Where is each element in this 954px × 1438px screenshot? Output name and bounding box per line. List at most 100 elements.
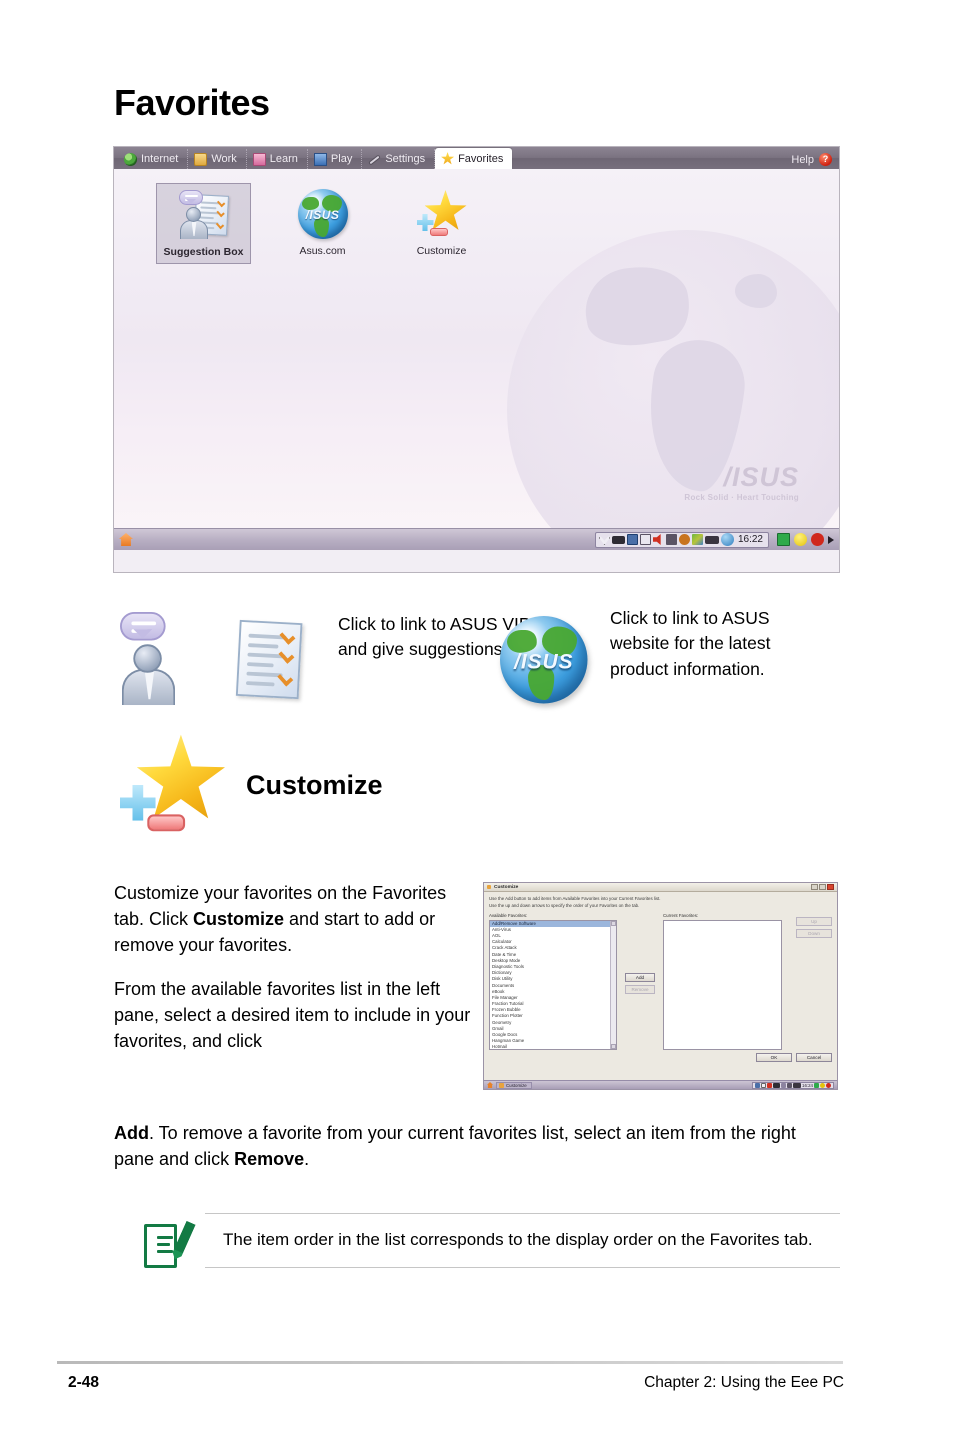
desktop-icon-asus-com[interactable]: /ISUS Asus.com: [275, 183, 370, 264]
dialog-footer: OK Cancel: [484, 1050, 837, 1064]
clock: 16:22: [737, 534, 763, 545]
tab-learn[interactable]: Learn: [247, 149, 308, 169]
desktop-icon-suggestion-box[interactable]: Suggestion Box: [156, 183, 251, 264]
volume-mute-icon: [652, 534, 661, 545]
para-text: From the available favorites list in the…: [114, 979, 471, 1052]
footer-chapter: Chapter 2: Using the Eee PC: [644, 1374, 844, 1391]
tab-internet[interactable]: Internet: [118, 149, 189, 169]
grid-icon: [777, 533, 790, 546]
display-icon: [787, 1082, 792, 1088]
dialog-taskbar: Customize 16:24: [484, 1080, 837, 1089]
dialog-body: Use the Add button to add items from Ava…: [484, 892, 837, 1050]
suggestion-box-icon: [120, 612, 303, 707]
down-button[interactable]: Down: [796, 928, 832, 938]
continent-shape: [735, 274, 777, 308]
current-favorites-label: Current Favorites:: [663, 912, 699, 918]
customize-dialog-screenshot: Customize Use the Add button to add item…: [483, 882, 838, 1090]
ok-button[interactable]: OK: [756, 1052, 792, 1062]
available-favorites-column: Available Favorites: Add/Remove Software…: [489, 913, 617, 1050]
home-icon[interactable]: [119, 533, 133, 546]
tab-label: Play: [330, 153, 353, 165]
power-icon: [826, 1082, 831, 1088]
asus-watermark: /ISUS Rock Solid · Heart Touching: [684, 462, 799, 503]
help-icon[interactable]: ?: [819, 153, 832, 166]
help-area[interactable]: Help ?: [791, 153, 839, 169]
folder-icon: [194, 152, 208, 166]
window-icon: [499, 1082, 504, 1088]
page-title: Favorites: [114, 82, 270, 123]
note-text: The item order in the list corresponds t…: [223, 1230, 813, 1249]
up-button[interactable]: Up: [796, 916, 832, 926]
battery-icon: [611, 535, 625, 544]
asus-globe-icon: /ISUS: [500, 616, 588, 704]
callout-suggestion-box: Click to link to ASUS VIP and give sugge…: [120, 612, 538, 706]
tab-label: Favorites: [458, 152, 504, 165]
power-icon: [811, 533, 824, 546]
asus-slogan: Rock Solid · Heart Touching: [684, 493, 799, 502]
star-icon: [441, 152, 455, 165]
window-menu-icon[interactable]: [487, 885, 491, 889]
home-icon[interactable]: [487, 1082, 493, 1088]
maximize-icon[interactable]: [819, 884, 826, 890]
display-icon: [691, 534, 703, 545]
globe-icon: [124, 152, 137, 166]
list-scrollbar[interactable]: [610, 920, 616, 1049]
expand-arrow-icon[interactable]: [828, 535, 834, 544]
transfer-buttons: Add Remove: [623, 913, 657, 1050]
camera-icon: [793, 1082, 801, 1088]
dialog-title: Customize: [494, 884, 519, 890]
close-icon[interactable]: [827, 884, 834, 890]
keyboard-layout-icon: [639, 534, 651, 545]
scroll-up-icon[interactable]: [611, 920, 616, 926]
customize-body-text: Customize your favorites on the Favorite…: [114, 880, 476, 1073]
tab-favorites[interactable]: Favorites: [435, 148, 513, 169]
help-label: Help: [791, 153, 814, 166]
desktop-icon-label: Suggestion Box: [163, 246, 244, 258]
smiley-icon: [794, 533, 807, 546]
tab-play[interactable]: Play: [308, 149, 363, 169]
callout-text: Click to link to ASUS website for the la…: [610, 608, 771, 679]
tab-label: Settings: [385, 153, 426, 165]
tab-work[interactable]: Work: [188, 149, 247, 169]
asus-globe-icon: /ISUS: [297, 189, 348, 239]
list-item[interactable]: Hotmail: [490, 1044, 616, 1048]
wifi-icon: [598, 536, 610, 545]
wrench-icon: [368, 153, 381, 166]
order-buttons: Up Down: [788, 913, 832, 1050]
smiley-icon: [820, 1082, 825, 1088]
volume-mute-icon: [767, 1082, 772, 1088]
asus-wordmark: /ISUS: [723, 462, 799, 492]
camera-icon: [704, 535, 719, 544]
dialog-description-line-2: Use the up and down arrows to specify th…: [489, 902, 640, 908]
system-tray: 16:22: [594, 531, 769, 548]
battery-icon: [773, 1082, 780, 1088]
taskbar: 16:22: [114, 528, 839, 550]
tab-settings[interactable]: Settings: [362, 149, 436, 169]
dialog-titlebar: Customize: [484, 883, 837, 892]
eee-pc-screenshot: Internet Work Learn Play Settings Favori…: [113, 146, 840, 573]
add-button[interactable]: Add: [625, 972, 655, 982]
paragraph-customize: Customize your favorites on the Favorite…: [114, 880, 476, 958]
desktop-area: /ISUS Rock Solid · Heart Touching Sugges…: [114, 169, 839, 550]
tab-label: Internet: [141, 153, 179, 165]
minimize-icon[interactable]: [811, 884, 818, 890]
current-favorites-list[interactable]: [663, 919, 782, 1050]
available-favorites-list[interactable]: Add/Remove Software Anti-Virus AOL Calcu…: [489, 919, 617, 1050]
para-text: .: [304, 1149, 310, 1170]
book-icon: [252, 152, 266, 166]
desktop-icon-customize[interactable]: Customize: [394, 183, 489, 264]
footer-page-number: 2-48: [68, 1374, 100, 1391]
wifi-icon: [761, 1082, 766, 1088]
desktop-icon-label: Asus.com: [299, 245, 346, 257]
cancel-button[interactable]: Cancel: [796, 1052, 832, 1062]
desktop-icon-grid: Suggestion Box /ISUS Asus.com Customize: [156, 183, 489, 264]
network-icon: [755, 1082, 760, 1088]
para-text: . To remove a favorite from your current…: [114, 1123, 796, 1170]
taskbar-task-customize[interactable]: Customize: [496, 1081, 532, 1089]
taskbar-task-label: Customize: [506, 1082, 527, 1088]
remove-button[interactable]: Remove: [625, 984, 655, 994]
paragraph-available-favorites: From the available favorites list in the…: [114, 976, 476, 1054]
tab-bar: Internet Work Learn Play Settings Favori…: [114, 147, 839, 169]
scroll-down-icon[interactable]: [611, 1043, 616, 1049]
callout-asus-website: /ISUS Click to link to ASUS website for …: [500, 606, 820, 704]
